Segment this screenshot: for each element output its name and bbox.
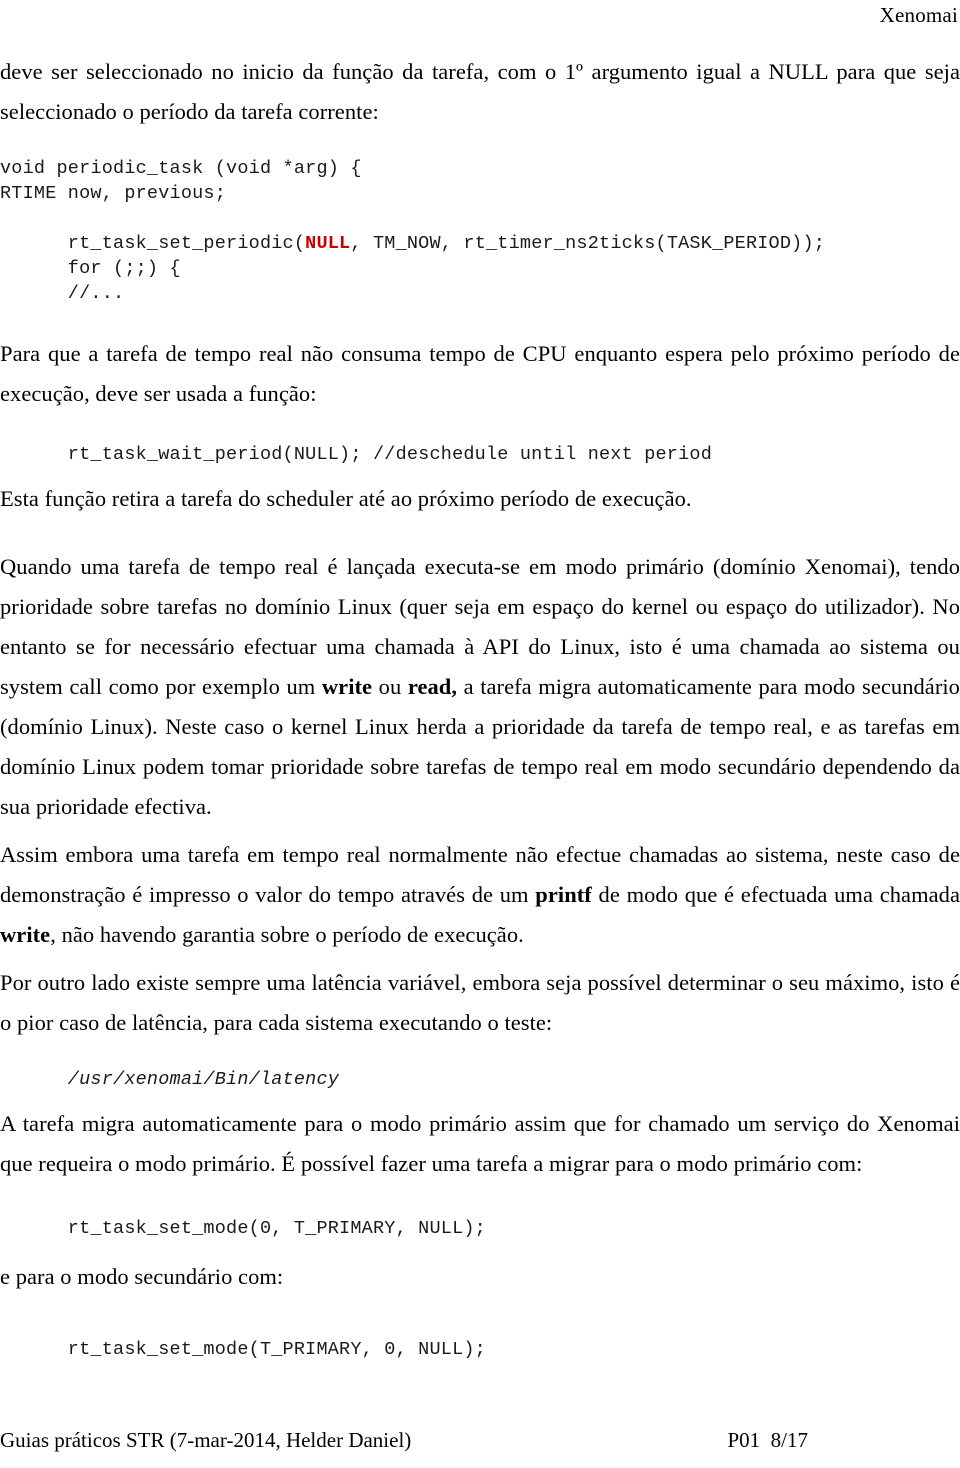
code-fragment: , TM_NOW, rt_timer_ns2ticks(TASK_PERIOD)… <box>350 233 826 254</box>
code-latency-path: /usr/xenomai/Bin/latency <box>0 1069 340 1090</box>
text-bold-write: write <box>321 674 373 699</box>
document-footer: Guias práticos STR (7-mar-2014, Helder D… <box>0 1426 960 1454</box>
code-line: for (;;) { <box>0 258 181 279</box>
paragraph-wait-period-after: Esta função retira a tarefa do scheduler… <box>0 486 692 511</box>
paragraph-primary-mode: Quando uma tarefa de tempo real é lançad… <box>0 547 960 827</box>
document-content: deve ser seleccionado no inicio da funçã… <box>0 52 960 1362</box>
code-line: RTIME now, previous; <box>0 183 227 204</box>
code-fragment: rt_task_set_periodic( <box>0 233 306 254</box>
document-page: Xenomai deve ser seleccionado no inicio … <box>0 0 960 1468</box>
text-bold-write-2: write <box>0 922 51 947</box>
paragraph-intro: deve ser seleccionado no inicio da funçã… <box>0 59 960 124</box>
paragraph-printf: Assim embora uma tarefa em tempo real no… <box>0 835 960 955</box>
text-run: de modo que é efectuada uma chamada <box>591 882 960 907</box>
paragraph-migrate-primary: A tarefa migra automaticamente para o mo… <box>0 1111 960 1176</box>
paragraph-wait-period-intro: Para que a tarefa de tempo real não cons… <box>0 341 960 406</box>
text-run: , não havendo garantia sobre o período d… <box>50 922 524 947</box>
paragraph-latency: Por outro lado existe sempre uma latênci… <box>0 970 960 1035</box>
code-block-periodic-task: void periodic_task (void *arg) { RTIME n… <box>0 156 960 306</box>
code-line-set-periodic: rt_task_set_periodic(NULL, TM_NOW, rt_ti… <box>0 233 825 254</box>
code-line: void periodic_task (void *arg) { <box>0 158 362 179</box>
footer-left-text: Guias práticos STR (7-mar-2014, Helder D… <box>0 1428 412 1452</box>
document-header-title: Xenomai <box>879 3 958 27</box>
text-run: ou <box>372 674 408 699</box>
code-keyword-null: NULL <box>305 233 351 254</box>
code-block-wait-period: rt_task_wait_period(NULL); //deschedule … <box>0 444 713 465</box>
code-line: //... <box>0 283 125 304</box>
text-bold-read: read, <box>407 674 458 699</box>
text-bold-printf: printf <box>535 882 592 907</box>
code-block-set-mode-primary: rt_task_set_mode(0, T_PRIMARY, NULL); <box>0 1218 486 1239</box>
code-block-set-mode-secondary: rt_task_set_mode(T_PRIMARY, 0, NULL); <box>0 1339 486 1360</box>
paragraph-secondary-mode: e para o modo secundário com: <box>0 1264 284 1289</box>
footer-page-number: P01 8/17 <box>727 1428 808 1452</box>
